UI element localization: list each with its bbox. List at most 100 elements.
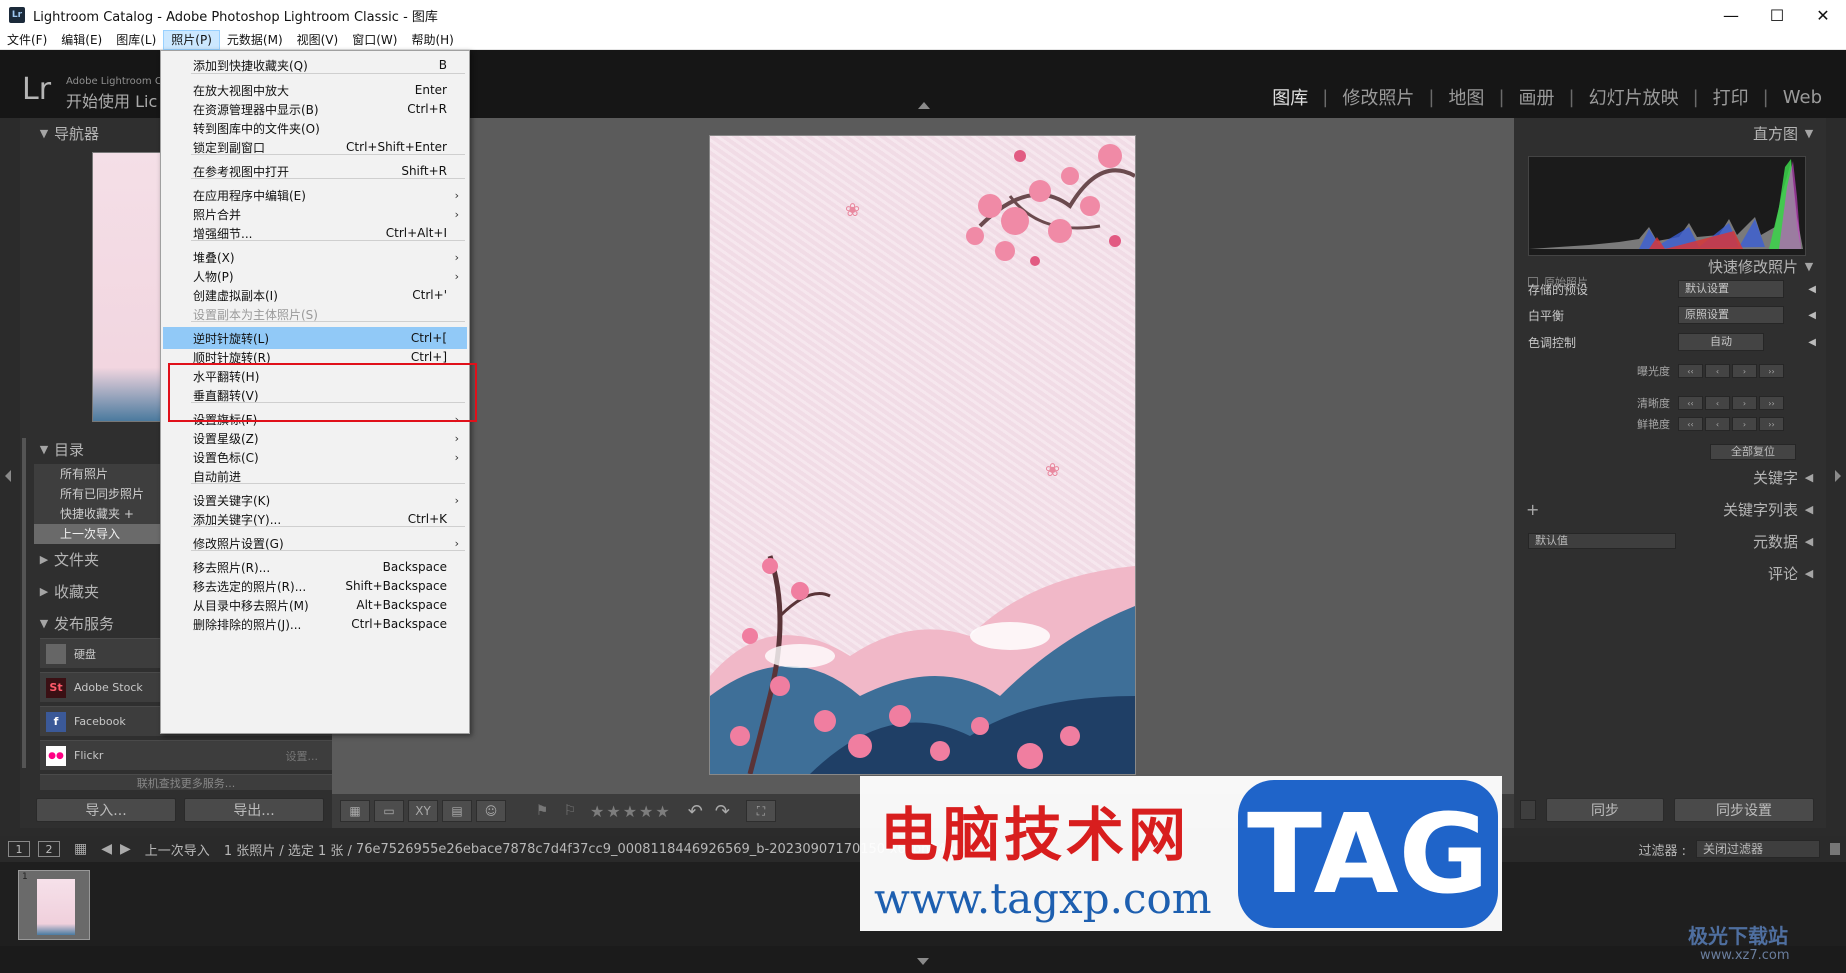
back-arrow-icon[interactable]: ◀ [101, 841, 112, 857]
forward-arrow-icon[interactable]: ▶ [120, 841, 131, 857]
clarity-decrease[interactable]: ‹ [1705, 396, 1730, 410]
watermark-url: www.tagxp.com [874, 874, 1212, 923]
compare-view-icon[interactable]: XY [408, 800, 438, 822]
module-slideshow[interactable]: 幻灯片放映 [1575, 84, 1693, 110]
crop-icon[interactable]: ⛶ [745, 800, 776, 822]
menu-item-label: 添加关键字(Y)... [193, 512, 282, 527]
window-titlebar: Lr Lightroom Catalog - Adobe Photoshop L… [0, 0, 1846, 30]
flag-reject-icon[interactable]: ⚐ [562, 803, 578, 819]
menu-file[interactable]: 文件(F) [0, 30, 54, 50]
histogram-header[interactable]: 直方图 ▼ [1514, 120, 1826, 146]
loupe-view-icon[interactable]: ▭ [374, 800, 404, 822]
module-library[interactable]: 图库 [1258, 84, 1322, 110]
vibrance-increase-large[interactable]: ›› [1759, 417, 1784, 431]
find-more-services[interactable]: 联机查找更多服务... [40, 774, 332, 790]
exposure-increase[interactable]: › [1732, 364, 1757, 378]
close-button[interactable]: ✕ [1800, 0, 1846, 30]
clarity-decrease-large[interactable]: ‹‹ [1678, 396, 1703, 410]
clarity-increase[interactable]: › [1732, 396, 1757, 410]
module-web[interactable]: Web [1769, 87, 1836, 108]
menu-item-shortcut: Ctrl+Shift+Enter [346, 140, 447, 154]
expand-left-icon[interactable]: ◀ [1808, 284, 1816, 295]
menubar: 文件(F) 编辑(E) 图库(L) 照片(P) 元数据(M) 视图(V) 窗口(… [0, 29, 1846, 50]
rotate-cw-icon[interactable]: ↷ [715, 801, 730, 822]
filter-select[interactable]: 关闭过滤器 [1696, 840, 1820, 858]
menu-item-label: 删除排除的照片(J)... [193, 617, 302, 632]
menu-metadata[interactable]: 元数据(M) [220, 30, 290, 50]
people-view-icon[interactable]: ☺ [476, 800, 506, 822]
add-keyword-icon[interactable]: + [1526, 500, 1539, 519]
exposure-decrease[interactable]: ‹ [1705, 364, 1730, 378]
sync-button[interactable]: 同步 [1546, 798, 1664, 822]
module-print[interactable]: 打印 [1699, 84, 1763, 110]
vibrance-decrease[interactable]: ‹ [1705, 417, 1730, 431]
menu-item[interactable]: 在参考视图中打开 Shift+R [163, 160, 467, 182]
submenu-arrow-icon: › [454, 269, 459, 283]
menu-item[interactable]: 增强细节... Ctrl+Alt+I [163, 222, 467, 244]
import-button[interactable]: 导入... [36, 798, 176, 822]
menu-view[interactable]: 视图(V) [290, 30, 346, 50]
vibrance-increase[interactable]: › [1732, 417, 1757, 431]
collapse-triangle-icon: ▼ [39, 616, 49, 630]
grid-icon[interactable]: ▦ [74, 841, 87, 857]
saved-preset-select[interactable]: 默认设置 [1678, 280, 1784, 298]
menu-window[interactable]: 窗口(W) [345, 30, 404, 50]
sync-settings-button[interactable]: 同步设置 [1674, 798, 1814, 822]
filmstrip-thumbnail[interactable]: 1 [18, 870, 90, 940]
keyword-list-header[interactable]: + 关键字列表 ◀ [1514, 496, 1826, 522]
quick-develop-header[interactable]: 快速修改照片 ▼ [1514, 253, 1826, 279]
menu-item[interactable]: 添加关键字(Y)... Ctrl+K [163, 508, 467, 530]
module-map[interactable]: 地图 [1434, 84, 1498, 110]
menu-item[interactable]: 锁定到副窗口 Ctrl+Shift+Enter [163, 136, 467, 158]
flag-pick-icon[interactable]: ⚑ [534, 803, 550, 819]
auto-tone-button[interactable]: 自动 [1678, 333, 1764, 351]
sync-toggle[interactable] [1520, 800, 1536, 820]
main-photo-preview[interactable]: ❀ ❀ [710, 136, 1135, 774]
collapse-right-arrow-icon[interactable] [1835, 470, 1841, 482]
collapse-left-arrow-icon[interactable] [5, 470, 11, 482]
exposure-increase-large[interactable]: ›› [1759, 364, 1784, 378]
filter-lock-icon[interactable] [1830, 843, 1840, 855]
expand-left-icon[interactable]: ◀ [1808, 337, 1816, 348]
module-develop[interactable]: 修改照片 [1328, 84, 1428, 110]
metadata-header[interactable]: 默认值 元数据 ◀ [1514, 528, 1826, 554]
menu-item-shortcut: Ctrl+' [412, 288, 447, 302]
vibrance-decrease-large[interactable]: ‹‹ [1678, 417, 1703, 431]
minimize-button[interactable]: — [1708, 0, 1754, 30]
exposure-decrease-large[interactable]: ‹‹ [1678, 364, 1703, 378]
submenu-arrow-icon: › [454, 250, 459, 264]
main-window-button[interactable]: 1 [8, 841, 30, 857]
menu-help[interactable]: 帮助(H) [404, 30, 460, 50]
module-picker: 图库 | 修改照片 | 地图 | 画册 | 幻灯片放映 | 打印 | Web [1258, 84, 1836, 110]
menu-item[interactable]: 删除排除的照片(J)... Ctrl+Backspace [163, 613, 467, 635]
menu-item-label: 堆叠(X) [193, 250, 235, 265]
white-balance-select[interactable]: 原照设置 [1678, 306, 1784, 324]
expand-left-icon[interactable]: ◀ [1808, 310, 1816, 321]
star-rating[interactable]: ★★★★★ [590, 802, 672, 821]
metadata-preset-select[interactable]: 默认值 [1528, 533, 1676, 549]
grid-view-icon[interactable]: ▦ [340, 800, 370, 822]
filmstrip-source[interactable]: 上一次导入 [145, 840, 210, 859]
flickr-settings-link[interactable]: 设置... [286, 748, 319, 764]
maximize-button[interactable]: ☐ [1754, 0, 1800, 30]
reset-all-button[interactable]: 全部复位 [1710, 444, 1796, 460]
clarity-increase-large[interactable]: ›› [1759, 396, 1784, 410]
menu-item[interactable]: 修改照片设置(G) › [163, 532, 467, 554]
menu-item[interactable]: 添加到快捷收藏夹(Q) B [163, 54, 467, 76]
keywording-header[interactable]: 关键字 ◀ [1514, 464, 1826, 490]
comments-header[interactable]: 评论 ◀ [1514, 560, 1826, 586]
clarity-row: 清晰度 ‹‹ ‹ › ›› [1528, 394, 1818, 412]
survey-view-icon[interactable]: ▤ [442, 800, 472, 822]
collapse-bottom-arrow-icon[interactable] [917, 958, 929, 965]
module-book[interactable]: 画册 [1505, 84, 1569, 110]
secondary-window-button[interactable]: 2 [38, 841, 60, 857]
collapse-top-arrow-icon[interactable] [918, 102, 930, 109]
menu-item[interactable]: 自动前进 [163, 465, 467, 487]
export-button[interactable]: 导出... [184, 798, 324, 822]
menu-photo[interactable]: 照片(P) [163, 29, 220, 50]
hard-drive-icon [46, 643, 66, 664]
menu-edit[interactable]: 编辑(E) [54, 30, 109, 50]
rotate-ccw-icon[interactable]: ↶ [688, 801, 703, 822]
menu-library[interactable]: 图库(L) [109, 30, 163, 50]
publish-flickr[interactable]: ●● Flickr 设置... [40, 740, 332, 770]
